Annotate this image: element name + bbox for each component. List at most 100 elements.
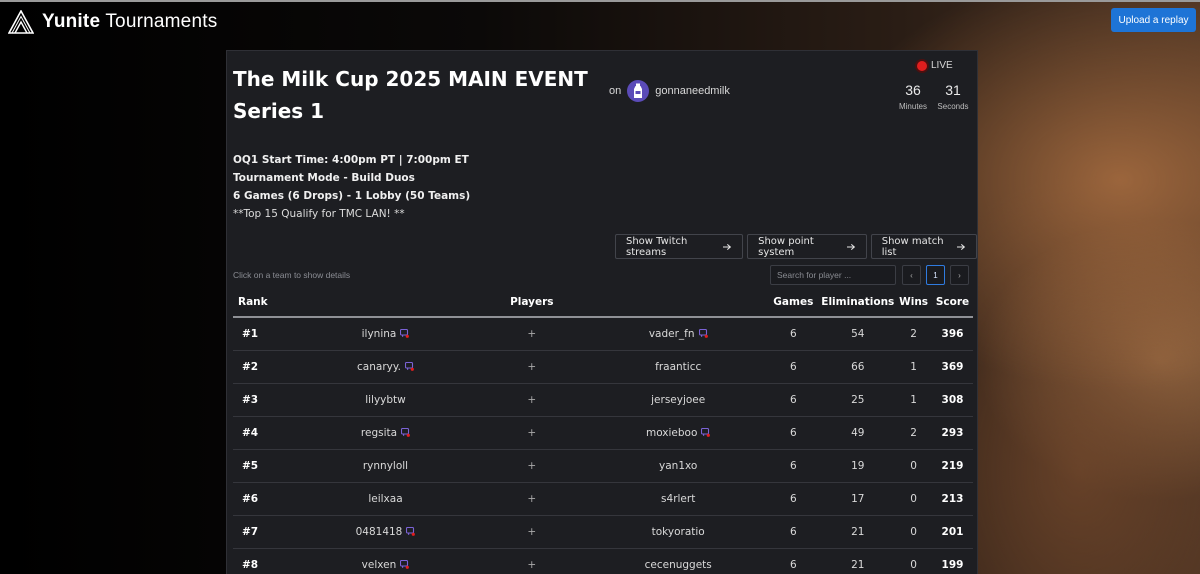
leaderboard-header-row: Rank Players Games Eliminations Wins Sco…	[233, 287, 973, 318]
player-name-wrap: rynnyloll	[363, 460, 408, 472]
show-point-system-button[interactable]: Show point system	[747, 234, 867, 259]
player2-cell: yan1xo	[590, 449, 767, 483]
player-name: yan1xo	[659, 459, 698, 472]
player-name: cecenuggets	[644, 558, 712, 571]
player2-cell: tokyoratio	[590, 515, 767, 549]
table-row[interactable]: #8 velxen + cecenuggets 6 21 0 199	[233, 548, 973, 574]
player-search-input[interactable]	[770, 265, 896, 285]
twitch-live-icon[interactable]	[400, 329, 410, 339]
eliminations-cell: 17	[820, 482, 896, 516]
rank-cell: #4	[233, 416, 298, 450]
player-name-wrap: ilynina	[362, 328, 410, 340]
wins-cell: 2	[895, 317, 933, 351]
player-name-wrap: canaryy.	[357, 361, 414, 373]
player-name: leilxaa	[368, 492, 403, 505]
info-line-games: 6 Games (6 Drops) - 1 Lobby (50 Teams)	[233, 190, 471, 202]
seconds-value: 31	[945, 82, 961, 98]
player-name-wrap: leilxaa	[368, 493, 402, 505]
player-name: regsita	[360, 426, 398, 439]
table-row[interactable]: #3 lilyybtw + jerseyjoee 6 25 1 308	[233, 383, 973, 417]
table-row[interactable]: #1 ilynina + vader_fn 6 54 2 396	[233, 317, 973, 351]
score-cell: 369	[932, 350, 973, 384]
rank-cell: #7	[233, 515, 298, 549]
minutes-value: 36	[905, 82, 921, 98]
eliminations-cell: 21	[820, 515, 896, 549]
plus-cell: +	[473, 548, 591, 574]
table-row[interactable]: #6 leilxaa + s4rlert 6 17 0 213	[233, 482, 973, 516]
next-page-button[interactable]: ›	[950, 265, 969, 285]
player1-cell: 0481418	[297, 515, 474, 549]
brand[interactable]: Yunite Tournaments	[8, 10, 217, 34]
wins-cell: 0	[895, 515, 933, 549]
twitch-live-icon[interactable]	[400, 560, 410, 569]
player-name: vader_fn	[648, 327, 695, 340]
seconds-label: Seconds	[937, 102, 969, 111]
player1-cell: leilxaa	[297, 482, 474, 516]
player1-cell: canaryy.	[297, 350, 474, 384]
player-name: rynnyloll	[362, 459, 409, 472]
twitch-live-icon[interactable]	[698, 329, 708, 339]
games-cell: 6	[766, 383, 821, 417]
player-name-wrap: s4rlert	[661, 493, 695, 505]
games-cell: 6	[766, 416, 821, 450]
pagination: ‹ 1 ›	[902, 265, 969, 285]
table-row[interactable]: #5 rynnyloll + yan1xo 6 19 0 219	[233, 449, 973, 483]
player1-cell: ilynina	[297, 317, 474, 351]
twitch-live-icon[interactable]	[401, 428, 410, 437]
player-name: lilyybtw	[365, 393, 406, 406]
score-cell: 293	[932, 416, 973, 450]
live-dot-icon	[917, 60, 927, 71]
leaderboard-body: #1 ilynina + vader_fn 6 54 2 396 #2 canaryy. + fraa…	[233, 317, 973, 574]
games-cell: 6	[766, 482, 821, 516]
prev-page-button[interactable]: ‹	[902, 265, 921, 285]
upload-replay-button[interactable]: Upload a replay	[1111, 8, 1196, 32]
player-name-wrap: jerseyjoee	[651, 394, 705, 406]
table-row[interactable]: #4 regsita + moxieboo 6 49 2 293	[233, 416, 973, 450]
point-system-label: Show point system	[758, 235, 814, 258]
table-row[interactable]: #2 canaryy. + fraanticc 6 66 1 369	[233, 350, 973, 384]
player-name: ilynina	[361, 327, 397, 340]
show-match-list-button[interactable]: Show match list	[870, 234, 977, 259]
player-name-wrap: tokyoratio	[652, 526, 705, 538]
twitch-live-icon[interactable]	[406, 527, 416, 536]
wins-cell: 1	[895, 383, 933, 417]
match-list-label: Show match list	[881, 235, 944, 258]
arrow-right-icon	[957, 243, 966, 250]
eliminations-cell: 21	[820, 548, 896, 574]
plus-cell: +	[473, 515, 591, 549]
twitch-live-icon[interactable]	[701, 428, 711, 437]
countdown-timer: 36 Minutes 31 Seconds	[897, 81, 969, 111]
player-name-wrap: moxieboo	[645, 426, 711, 439]
header-players: Players	[297, 287, 767, 318]
wins-cell: 0	[895, 482, 933, 516]
rank-cell: #5	[233, 449, 298, 483]
games-cell: 6	[766, 350, 821, 384]
team-details-hint: Click on a team to show details	[233, 270, 351, 280]
page-1-button[interactable]: 1	[926, 265, 945, 285]
info-line-mode: Tournament Mode - Build Duos	[233, 172, 415, 184]
player-name-wrap: yan1xo	[659, 460, 697, 472]
table-row[interactable]: #7 0481418 + tokyoratio 6 21 0 201	[233, 515, 973, 549]
brand-name: Yunite Tournaments	[42, 11, 218, 32]
twitch-live-icon[interactable]	[404, 362, 414, 371]
player-name-wrap: regsita	[361, 427, 410, 439]
score-cell: 213	[932, 482, 973, 516]
player-name: moxieboo	[645, 426, 698, 439]
player1-cell: lilyybtw	[297, 383, 474, 417]
wins-cell: 1	[895, 350, 933, 384]
host-info[interactable]: on gonnaneedmilk	[609, 80, 730, 102]
minutes-label: Minutes	[898, 102, 927, 111]
eliminations-cell: 66	[820, 350, 896, 384]
player-name-wrap: 0481418	[356, 526, 416, 538]
player2-cell: fraanticc	[590, 350, 767, 384]
score-cell: 219	[932, 449, 973, 483]
score-cell: 308	[932, 383, 973, 417]
eliminations-cell: 54	[820, 317, 896, 351]
show-twitch-streams-button[interactable]: Show Twitch streams	[615, 234, 744, 259]
plus-cell: +	[473, 416, 591, 450]
player-name: tokyoratio	[651, 525, 705, 538]
action-buttons: Show Twitch streams Show point system Sh…	[615, 234, 977, 259]
eliminations-cell: 19	[820, 449, 896, 483]
player-name: jerseyjoee	[651, 393, 706, 406]
eliminations-cell: 49	[820, 416, 896, 450]
